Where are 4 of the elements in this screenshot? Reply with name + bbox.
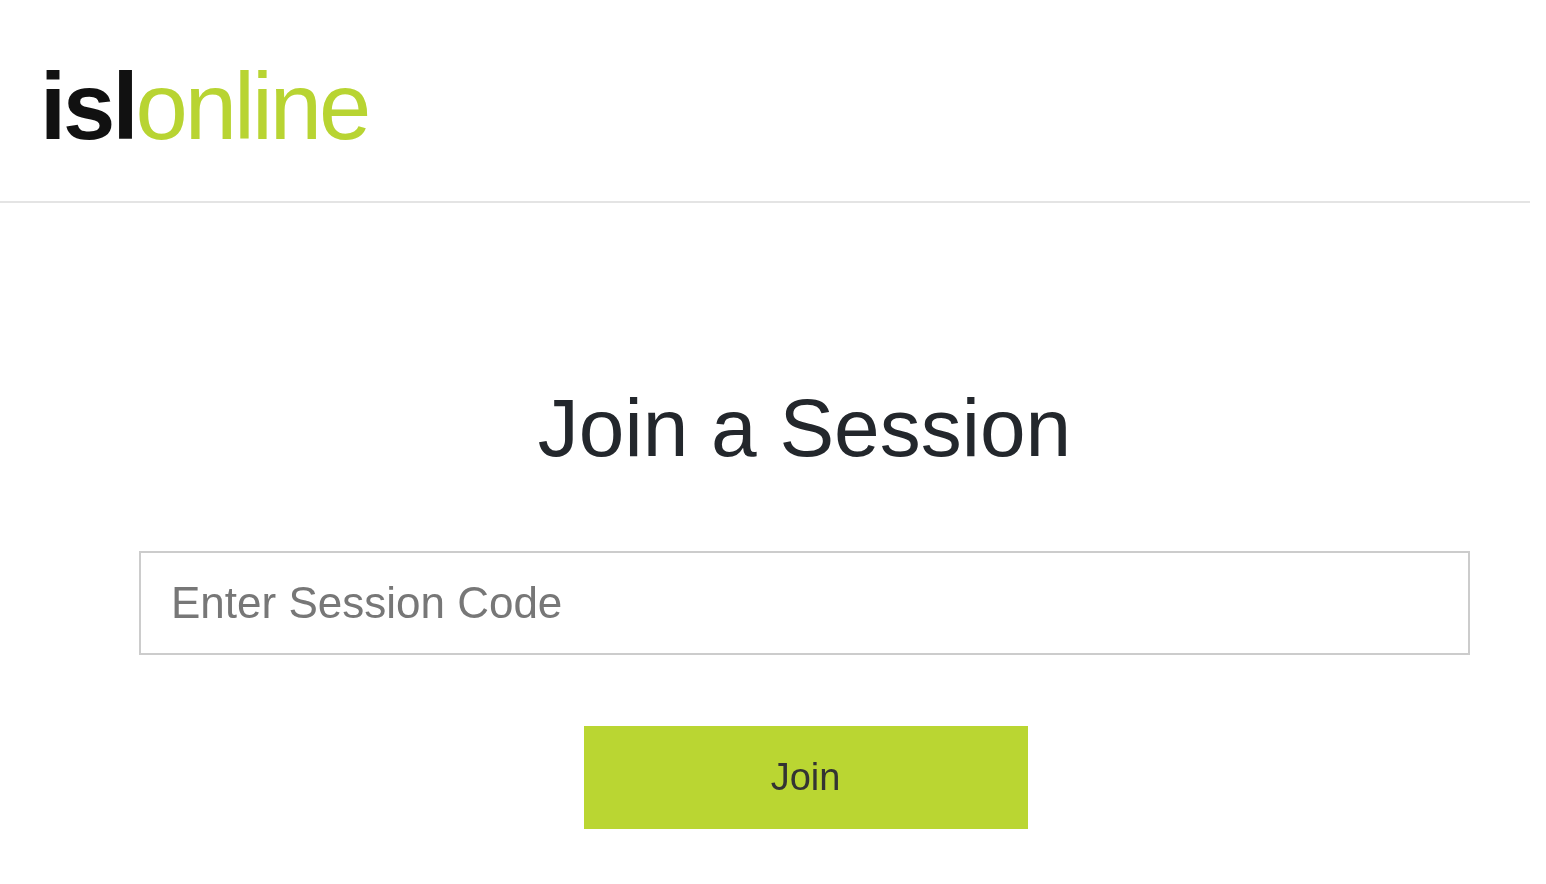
page-title: Join a Session — [536, 381, 1073, 475]
logo: islonline — [40, 60, 369, 154]
join-button[interactable]: Join — [583, 726, 1028, 829]
session-code-field[interactable]: Enter Session Code — [139, 551, 1470, 655]
